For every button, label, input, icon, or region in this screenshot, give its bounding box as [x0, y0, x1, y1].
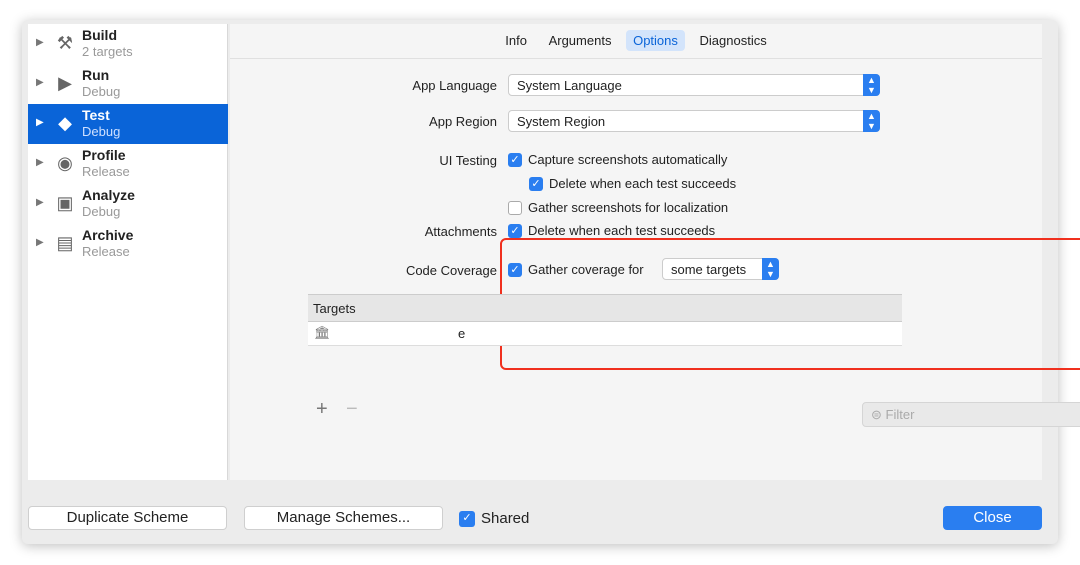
checkbox-empty	[508, 200, 522, 215]
app-region-label: App Region	[429, 114, 497, 129]
popup-value: System Language	[517, 78, 622, 93]
item-title: Archive	[82, 227, 134, 243]
divider	[230, 58, 1042, 59]
framework-icon: 🏛	[314, 325, 331, 340]
code-coverage-label: Code Coverage	[405, 263, 497, 278]
disclosure-icon[interactable]: ▶	[36, 37, 44, 48]
analyze-icon: ▣	[56, 193, 74, 213]
app-language-label: App Language	[412, 78, 497, 93]
app-language-popup[interactable]: System Language ▲ ▼	[508, 74, 880, 96]
archive-icon: ▤	[56, 233, 74, 253]
target-name: e	[458, 326, 466, 341]
disclosure-icon[interactable]: ▶	[36, 117, 44, 128]
tab-bar: Info Arguments Options Diagnostics	[230, 30, 1042, 51]
disclosure-icon[interactable]: ▶	[36, 237, 44, 248]
checkmark-icon: ✓	[508, 223, 522, 238]
attachments-label: Attachments	[424, 224, 497, 239]
tab-arguments[interactable]: Arguments	[542, 30, 619, 51]
duplicate-scheme-button[interactable]: Duplicate Scheme	[28, 506, 227, 530]
sidebar-item-test[interactable]: ▶ ◆ Test Debug	[28, 104, 228, 144]
item-subtitle: Release	[82, 244, 130, 259]
attachments-delete-checkbox[interactable]: ✓ Delete when each test succeeds	[508, 223, 715, 238]
checkmark-icon: ✓	[508, 152, 522, 167]
ui-testing-label: UI Testing	[439, 153, 497, 168]
item-subtitle: Debug	[82, 84, 121, 99]
table-row[interactable]: 🏛 e	[308, 322, 902, 346]
item-title: Test	[82, 107, 110, 123]
sidebar-item-build[interactable]: ▶ ⚒ Build 2 targets	[28, 24, 228, 64]
disclosure-icon[interactable]: ▶	[36, 197, 44, 208]
sidebar-item-profile[interactable]: ▶ ◉ Profile Release	[28, 144, 228, 184]
shared-checkbox[interactable]: ✓ Shared	[459, 510, 529, 527]
chevron-updown-icon: ▲ ▼	[863, 110, 880, 132]
item-title: Run	[82, 67, 110, 83]
item-subtitle: Release	[82, 164, 130, 179]
checkmark-icon: ✓	[529, 176, 543, 191]
filter-placeholder: Filter	[885, 407, 915, 422]
delete-on-success-checkbox[interactable]: ✓ Delete when each test succeeds	[529, 176, 736, 191]
checkbox-label: Gather screenshots for localization	[528, 200, 729, 215]
checkbox-label: Capture screenshots automatically	[528, 152, 728, 167]
checkbox-label: Gather coverage for	[528, 262, 644, 277]
gather-localization-checkbox[interactable]: Gather screenshots for localization	[508, 200, 728, 215]
item-title: Analyze	[82, 187, 135, 203]
app-region-popup[interactable]: System Region ▲ ▼	[508, 110, 880, 132]
chevron-updown-icon: ▲ ▼	[863, 74, 880, 96]
checkmark-icon: ✓	[459, 510, 475, 527]
targets-header: Targets	[308, 294, 902, 322]
filter-icon: ⊜	[871, 407, 882, 422]
gather-coverage-checkbox[interactable]: ✓ Gather coverage for	[508, 262, 644, 277]
play-icon: ▶	[58, 73, 72, 93]
filter-input[interactable]: ⊜ Filter	[862, 402, 1080, 427]
item-subtitle: Debug	[82, 204, 121, 219]
sidebar-item-run[interactable]: ▶ ▶ Run Debug	[28, 64, 228, 104]
item-subtitle: Debug	[82, 124, 121, 139]
item-title: Build	[82, 27, 117, 43]
item-title: Profile	[82, 147, 126, 163]
tab-options[interactable]: Options	[626, 30, 685, 51]
sidebar-item-analyze[interactable]: ▶ ▣ Analyze Debug	[28, 184, 228, 224]
coverage-scope-popup[interactable]: some targets ▲ ▼	[662, 258, 779, 280]
item-subtitle: 2 targets	[82, 44, 133, 59]
tab-diagnostics[interactable]: Diagnostics	[693, 30, 774, 51]
scheme-action-sidebar: ▶ ⚒ Build 2 targets ▶ ▶ Run Debug ▶ ◆ Test Debug …	[28, 24, 228, 480]
disclosure-icon[interactable]: ▶	[36, 157, 44, 168]
checkbox-label: Delete when each test succeeds	[549, 176, 737, 191]
test-diamond-icon: ◆	[58, 113, 72, 133]
tab-info[interactable]: Info	[498, 30, 534, 51]
options-panel: Info Arguments Options Diagnostics App L…	[230, 24, 1080, 480]
checkmark-icon: ✓	[508, 262, 522, 277]
chevron-updown-icon: ▲ ▼	[762, 258, 779, 280]
capture-screenshots-checkbox[interactable]: ✓ Capture screenshots automatically	[508, 152, 727, 167]
remove-button[interactable]: −	[346, 398, 358, 421]
hammer-icon: ⚒	[56, 33, 74, 53]
gauge-icon: ◉	[57, 153, 73, 173]
close-button[interactable]: Close	[943, 506, 1042, 530]
popup-value: some targets	[671, 262, 747, 277]
checkbox-label: Delete when each test succeeds	[528, 223, 716, 238]
targets-table: Targets 🏛 e	[308, 294, 902, 346]
sidebar-item-archive[interactable]: ▶ ▤ Archive Release	[28, 224, 228, 264]
scheme-editor-window: ▶ ⚒ Build 2 targets ▶ ▶ Run Debug ▶ ◆ Test Debug …	[22, 20, 1080, 544]
popup-value: System Region	[517, 114, 606, 129]
disclosure-icon[interactable]: ▶	[36, 77, 44, 88]
add-button[interactable]: +	[316, 398, 328, 421]
checkbox-label: Shared	[481, 510, 530, 527]
manage-schemes-button[interactable]: Manage Schemes...	[244, 506, 443, 530]
